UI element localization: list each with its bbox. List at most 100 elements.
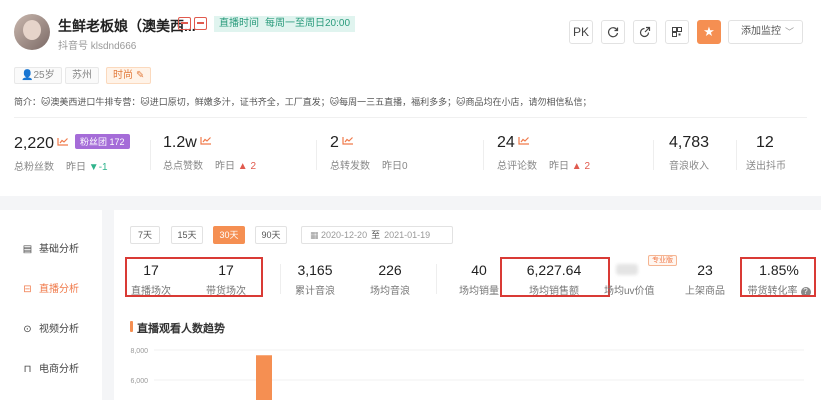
- stat-value: 4,783: [669, 134, 710, 151]
- chevron-down-icon: ﹀: [784, 27, 794, 37]
- highlight-box: [125, 257, 263, 297]
- stat-coins-sent: 12 送出抖币: [746, 134, 786, 172]
- blurred-value: [616, 264, 638, 275]
- live-time-value: 每周一至周日20:00: [265, 18, 351, 29]
- calendar-icon: ▦: [310, 230, 319, 240]
- refresh-icon: [607, 27, 619, 38]
- date-range-picker[interactable]: ▦ 2020-12-20 至 2021-01-19: [301, 226, 453, 244]
- metric-value: 3,165: [297, 262, 333, 278]
- trend-chart-icon[interactable]: [57, 137, 69, 146]
- live-time-label: 直播时间: [219, 18, 259, 29]
- date-end: 2021-01-19: [384, 230, 431, 240]
- stat-label: 总转发数: [330, 161, 370, 172]
- qrcode-icon: [672, 27, 682, 37]
- metric-label: 上架商品: [685, 286, 725, 297]
- date-start: 2020-12-20: [321, 230, 368, 240]
- avatar[interactable]: [14, 14, 50, 50]
- stat-followers: 2,220 粉丝团 172 总粉丝数 昨日 ▼-1: [14, 134, 130, 173]
- metric-total-audio-waves: 3,165 累计音浪: [294, 262, 336, 297]
- play-icon: ⊙: [23, 324, 32, 335]
- stat-label: 送出抖币: [746, 161, 786, 172]
- live-time-badge: 直播时间 每周一至周日20:00: [214, 16, 356, 32]
- live-analysis-panel: 7天 15天 30天 90天 ▦ 2020-12-20 至 2021-01-19 1…: [114, 210, 821, 400]
- stat-shares: 2 总转发数 昨日0: [330, 134, 408, 172]
- metric-value: 23: [697, 262, 713, 278]
- range-30d[interactable]: 30天: [213, 226, 245, 244]
- metric-avg-uv-value: 场均uv价值: [604, 262, 655, 297]
- share-icon: [639, 26, 651, 38]
- range-15d[interactable]: 15天: [171, 226, 203, 244]
- stat-compare-label: 昨日: [382, 161, 402, 172]
- store-icon: [178, 17, 191, 30]
- age-chip: 👤25岁: [14, 67, 62, 84]
- stat-value: 1.2w: [163, 134, 197, 151]
- sidebar-item-label: 基础分析: [39, 244, 79, 255]
- chart-title: 直播观看人数趋势: [130, 320, 225, 336]
- divider: [316, 140, 317, 170]
- edit-icon[interactable]: ✎: [136, 70, 144, 81]
- stat-compare-value: 2: [584, 161, 591, 172]
- range-90d[interactable]: 90天: [255, 226, 287, 244]
- bag-icon: ⊓: [23, 364, 32, 375]
- metric-avg-sales-volume: 40 场均销量: [459, 262, 499, 297]
- profile-card: 生鲜老板娘（澳美西... 直播时间 每周一至周日20:00 抖音号 klsdnd6…: [0, 0, 821, 196]
- metric-products-listed: 23 上架商品: [682, 262, 728, 297]
- divider: [280, 264, 281, 294]
- down-arrow-icon: ▼: [88, 162, 99, 173]
- refresh-button[interactable]: [601, 20, 625, 44]
- sidebar-item-live[interactable]: ⊟ 直播分析: [22, 280, 79, 295]
- shop-icon: [194, 17, 207, 30]
- category-value: 时尚: [113, 70, 133, 81]
- stat-compare-label: 昨日: [549, 161, 569, 172]
- divider: [483, 140, 484, 170]
- divider: [14, 117, 807, 118]
- divider: [150, 140, 151, 170]
- date-separator: 至: [371, 230, 381, 240]
- trend-chart-icon[interactable]: [518, 136, 530, 145]
- sidebar-item-basic[interactable]: ▤ 基础分析: [22, 240, 79, 255]
- stat-value: 24: [497, 134, 515, 151]
- divider: [436, 264, 437, 294]
- viewers-trend-chart: 8,000 6,000: [130, 348, 804, 400]
- range-7d[interactable]: 7天: [130, 226, 160, 244]
- live-icon: ⊟: [23, 284, 32, 295]
- pk-button[interactable]: PK: [569, 20, 593, 44]
- category-chip: 时尚 ✎: [106, 67, 152, 84]
- city-value: 苏州: [72, 70, 92, 81]
- stat-comments: 24 总评论数 昨日 ▲ 2: [497, 134, 590, 172]
- favorite-button[interactable]: ★: [697, 20, 721, 44]
- stat-label: 总点赞数: [163, 161, 203, 172]
- stat-compare-label: 昨日: [215, 161, 235, 172]
- up-arrow-icon: ▲: [571, 161, 582, 172]
- up-arrow-icon: ▲: [237, 161, 248, 172]
- sidebar-item-ecommerce[interactable]: ⊓ 电商分析: [22, 360, 79, 375]
- add-monitor-dropdown[interactable]: 添加监控 ﹀: [728, 20, 803, 44]
- sidebar-item-label: 视频分析: [39, 324, 79, 335]
- stat-value: 12: [756, 134, 774, 151]
- trend-chart-icon[interactable]: [342, 136, 354, 145]
- fans-club-badge[interactable]: 粉丝团 172: [75, 134, 130, 149]
- sidebar-item-video[interactable]: ⊙ 视频分析: [22, 320, 79, 335]
- y-tick-label: 6,000: [130, 378, 148, 385]
- stat-compare-value: -1: [98, 162, 108, 173]
- city-chip: 苏州: [65, 67, 99, 84]
- metric-label: 场均音浪: [370, 286, 410, 297]
- stat-label: 总粉丝数: [14, 162, 54, 173]
- account-id: 抖音号 klsdnd666: [58, 41, 137, 52]
- sidebar: ▤ 基础分析 ⊟ 直播分析 ⊙ 视频分析 ⊓ 电商分析: [0, 210, 102, 400]
- chart-bar[interactable]: [256, 355, 272, 400]
- pro-badge: 专业版: [648, 255, 677, 266]
- stat-label: 音浪收入: [669, 161, 709, 172]
- highlight-box: [500, 257, 610, 297]
- y-tick-label: 8,000: [130, 348, 148, 355]
- trend-chart-icon[interactable]: [200, 136, 212, 145]
- metric-label: 场均销量: [459, 286, 499, 297]
- share-button[interactable]: [633, 20, 657, 44]
- stat-compare-value: 2: [250, 161, 257, 172]
- stat-compare-value: 0: [402, 161, 408, 172]
- person-icon: 👤: [21, 70, 34, 81]
- metric-avg-audio-waves: 226 场均音浪: [370, 262, 410, 297]
- stat-label: 总评论数: [497, 161, 537, 172]
- stat-value: 2: [330, 134, 339, 151]
- qrcode-button[interactable]: [665, 20, 689, 44]
